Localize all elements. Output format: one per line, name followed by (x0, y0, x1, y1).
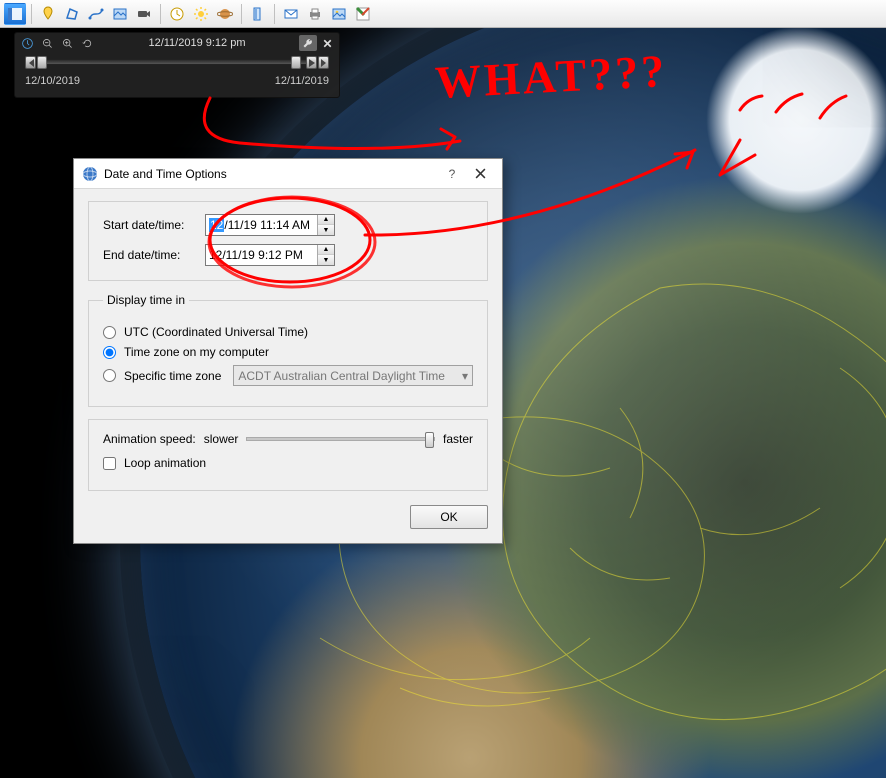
end-date-label: End date/time: (103, 248, 205, 262)
loop-checkbox[interactable] (103, 457, 116, 470)
dialog-title: Date and Time Options (104, 167, 438, 181)
display-time-group: Display time in UTC (Coordinated Univers… (88, 293, 488, 407)
ruler-button[interactable] (247, 3, 269, 25)
add-polygon-button[interactable] (61, 3, 83, 25)
chevron-down-icon: ▾ (462, 369, 468, 383)
close-button[interactable] (466, 164, 494, 184)
time-range-start-thumb[interactable] (37, 56, 47, 69)
time-end-label: 12/11/2019 (275, 75, 329, 87)
anim-speed-label: Animation speed: (103, 432, 196, 446)
time-play-button[interactable] (306, 56, 317, 69)
history-clock-button[interactable] (166, 3, 188, 25)
end-date-field[interactable] (206, 246, 317, 264)
sidebar-toggle-button[interactable] (4, 3, 26, 25)
help-button[interactable]: ? (438, 164, 466, 184)
start-date-selected-segment: 12 (209, 218, 224, 232)
anim-speed-slider[interactable] (246, 437, 435, 441)
loop-label: Loop animation (124, 456, 206, 470)
radio-local-label: Time zone on my computer (124, 345, 269, 359)
toolbar-separator (274, 4, 275, 24)
time-current-datetime: 12/11/2019 9:12 pm (99, 37, 295, 49)
start-date-spinner[interactable]: ▲▼ (317, 215, 334, 235)
time-start-label: 12/10/2019 (25, 75, 80, 87)
radio-specific[interactable] (103, 369, 116, 382)
ok-button[interactable]: OK (410, 505, 488, 529)
toolbar-separator (241, 4, 242, 24)
zoom-in-icon[interactable] (59, 35, 75, 51)
sunlight-button[interactable] (190, 3, 212, 25)
start-date-rest: /11/19 11:14 AM (224, 218, 310, 232)
date-time-options-dialog: Date and Time Options ? Start date/time:… (73, 158, 503, 544)
radio-utc[interactable] (103, 326, 116, 339)
anim-slower-label: slower (204, 432, 239, 446)
save-image-button[interactable] (328, 3, 350, 25)
time-slider[interactable] (23, 53, 331, 73)
time-track[interactable] (39, 59, 315, 65)
print-button[interactable] (304, 3, 326, 25)
end-date-input[interactable]: ▲▼ (205, 244, 335, 266)
anim-speed-thumb[interactable] (425, 432, 434, 448)
toolbar-separator (31, 4, 32, 24)
anim-faster-label: faster (443, 432, 473, 446)
time-clock-icon[interactable] (19, 35, 35, 51)
end-date-spinner[interactable]: ▲▼ (317, 245, 334, 265)
animation-group: Animation speed: slower faster Loop anim… (88, 419, 488, 491)
time-refresh-icon[interactable] (79, 35, 95, 51)
time-step-back-button[interactable] (25, 56, 36, 69)
radio-specific-label: Specific time zone (124, 369, 221, 383)
toolbar-separator (160, 4, 161, 24)
start-date-label: Start date/time: (103, 218, 205, 232)
time-options-button[interactable] (299, 35, 317, 51)
record-tour-button[interactable] (133, 3, 155, 25)
timezone-value: ACDT Australian Central Daylight Time (238, 369, 445, 383)
timezone-select[interactable]: ACDT Australian Central Daylight Time ▾ (233, 365, 473, 386)
email-button[interactable] (280, 3, 302, 25)
time-step-fwd-button[interactable] (318, 56, 329, 69)
add-placemark-button[interactable] (37, 3, 59, 25)
display-time-legend: Display time in (103, 293, 189, 307)
date-range-group: Start date/time: 12/11/19 11:14 AM ▲▼ En… (88, 201, 488, 281)
zoom-out-icon[interactable] (39, 35, 55, 51)
add-overlay-button[interactable] (109, 3, 131, 25)
time-range-end-thumb[interactable] (291, 56, 301, 69)
radio-utc-label: UTC (Coordinated Universal Time) (124, 325, 308, 339)
planet-button[interactable] (214, 3, 236, 25)
start-date-input[interactable]: 12/11/19 11:14 AM ▲▼ (205, 214, 335, 236)
dialog-titlebar[interactable]: Date and Time Options ? (74, 159, 502, 189)
time-close-icon[interactable] (319, 35, 335, 51)
time-slider-panel: 12/11/2019 9:12 pm 12/10/2019 12/11/2019 (14, 32, 340, 98)
main-toolbar (0, 0, 886, 28)
app-icon (82, 166, 98, 182)
maps-link-button[interactable] (352, 3, 374, 25)
add-path-button[interactable] (85, 3, 107, 25)
radio-local[interactable] (103, 346, 116, 359)
